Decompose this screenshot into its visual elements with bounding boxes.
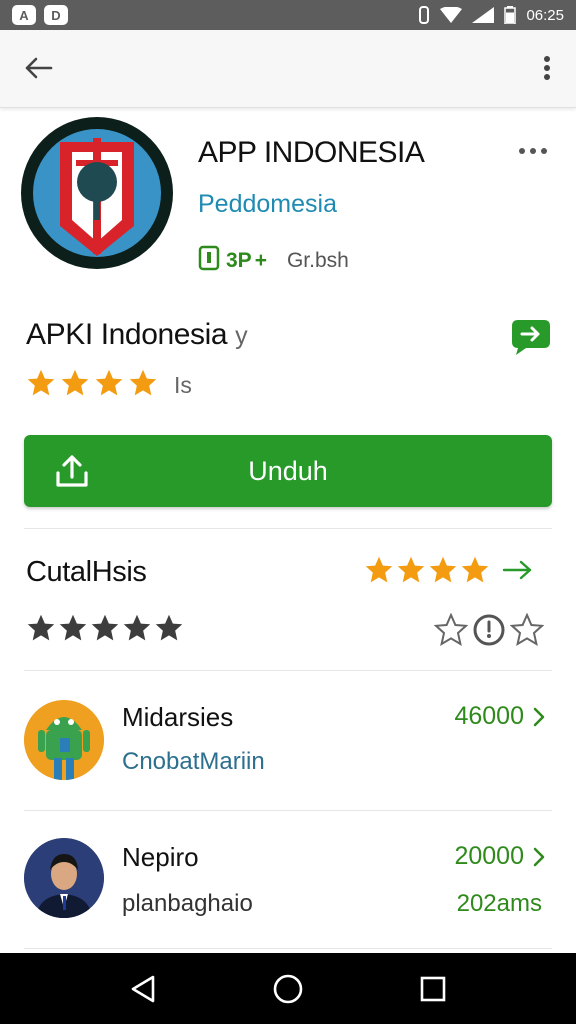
status-bar: A D 06:25 (0, 0, 576, 30)
back-triangle-icon (131, 975, 154, 1002)
chevron-right-icon (533, 707, 545, 726)
chevron-right-icon (533, 847, 545, 866)
overflow-menu-button[interactable] (534, 50, 560, 86)
item-title: Nepiro (122, 842, 199, 872)
nav-home-button[interactable] (263, 964, 313, 1014)
share-button[interactable] (510, 318, 552, 356)
divider (24, 670, 552, 671)
app-rating-stars: Is (26, 368, 192, 403)
signal-icon (472, 7, 495, 23)
star-icon (428, 555, 458, 590)
rating-count: Is (174, 372, 192, 398)
content-rating-icon (198, 245, 220, 276)
battery-icon (504, 6, 517, 24)
app-name: APKI Indonesia y (26, 318, 248, 351)
person-avatar (24, 838, 104, 918)
star-icon (122, 613, 152, 648)
star-icon (60, 368, 90, 403)
status-notification-badge: D (44, 5, 68, 25)
system-nav-bar (0, 953, 576, 1024)
item-secondary-value: 202ams (456, 890, 542, 917)
wifi-icon (440, 7, 463, 23)
status-notification-badge: A (12, 5, 36, 25)
star-icon (128, 368, 158, 403)
app-title: APP INDONESIA (198, 136, 425, 169)
item-value: 46000 (454, 702, 546, 731)
app-bar (0, 30, 576, 108)
back-button[interactable] (18, 50, 58, 86)
item-value: 20000 (454, 842, 546, 871)
more-vert-icon (544, 56, 550, 80)
dot (530, 148, 536, 154)
divider (24, 948, 552, 949)
install-button[interactable]: Unduh (24, 435, 552, 507)
status-right: 06:25 (418, 6, 564, 24)
list-item[interactable]: Nepiro planbaghaio 20000 202ams (0, 820, 576, 950)
reviews-stars[interactable] (364, 555, 534, 590)
status-time: 06:25 (526, 6, 564, 24)
divider (24, 528, 552, 529)
star-icon (58, 613, 88, 648)
header-more-button[interactable] (514, 138, 552, 164)
star-outline-icon[interactable] (509, 612, 545, 652)
nav-recents-button[interactable] (408, 964, 458, 1014)
android-icon (24, 700, 104, 780)
star-icon (364, 555, 394, 590)
arrow-right-icon (502, 558, 534, 587)
star-icon (26, 368, 56, 403)
content-rating: 3P + (226, 248, 267, 272)
star-icon (26, 613, 56, 648)
meta-row: 3P + Gr.bsh (198, 245, 349, 276)
item-subtitle: CnobatMariin (122, 748, 265, 775)
rating-actions (433, 612, 545, 652)
home-circle-icon (273, 974, 303, 1003)
divider (24, 810, 552, 811)
star-icon (154, 613, 184, 648)
dark-star-rating (26, 613, 184, 648)
app-category: Gr.bsh (286, 248, 349, 272)
recents-square-icon (421, 976, 446, 1001)
star-outline-icon[interactable] (433, 612, 469, 652)
star-icon (90, 613, 120, 648)
dot (541, 148, 547, 154)
list-item[interactable]: Midarsies CnobatMariin 46000 (0, 680, 576, 810)
nav-back-button[interactable] (118, 964, 168, 1014)
clock-icon[interactable] (472, 613, 506, 652)
dot (519, 148, 525, 154)
app-details-screen: A D 06:25 APP INDONESIA Peddomesia 3P + … (0, 0, 576, 1024)
arrow-left-icon (25, 57, 53, 79)
star-icon (396, 555, 426, 590)
share-icon (512, 320, 550, 355)
status-left: A D (12, 5, 68, 25)
star-icon (460, 555, 490, 590)
star-icon (94, 368, 124, 403)
install-label: Unduh (248, 455, 328, 486)
app-icon (20, 116, 174, 270)
vibrate-icon (418, 6, 430, 24)
developer-link[interactable]: Peddomesia (198, 190, 337, 219)
reviews-title: CutalHsis (26, 556, 147, 588)
upload-icon (54, 453, 90, 489)
item-title: Midarsies (122, 702, 234, 732)
item-subtitle: planbaghaio (122, 890, 253, 917)
